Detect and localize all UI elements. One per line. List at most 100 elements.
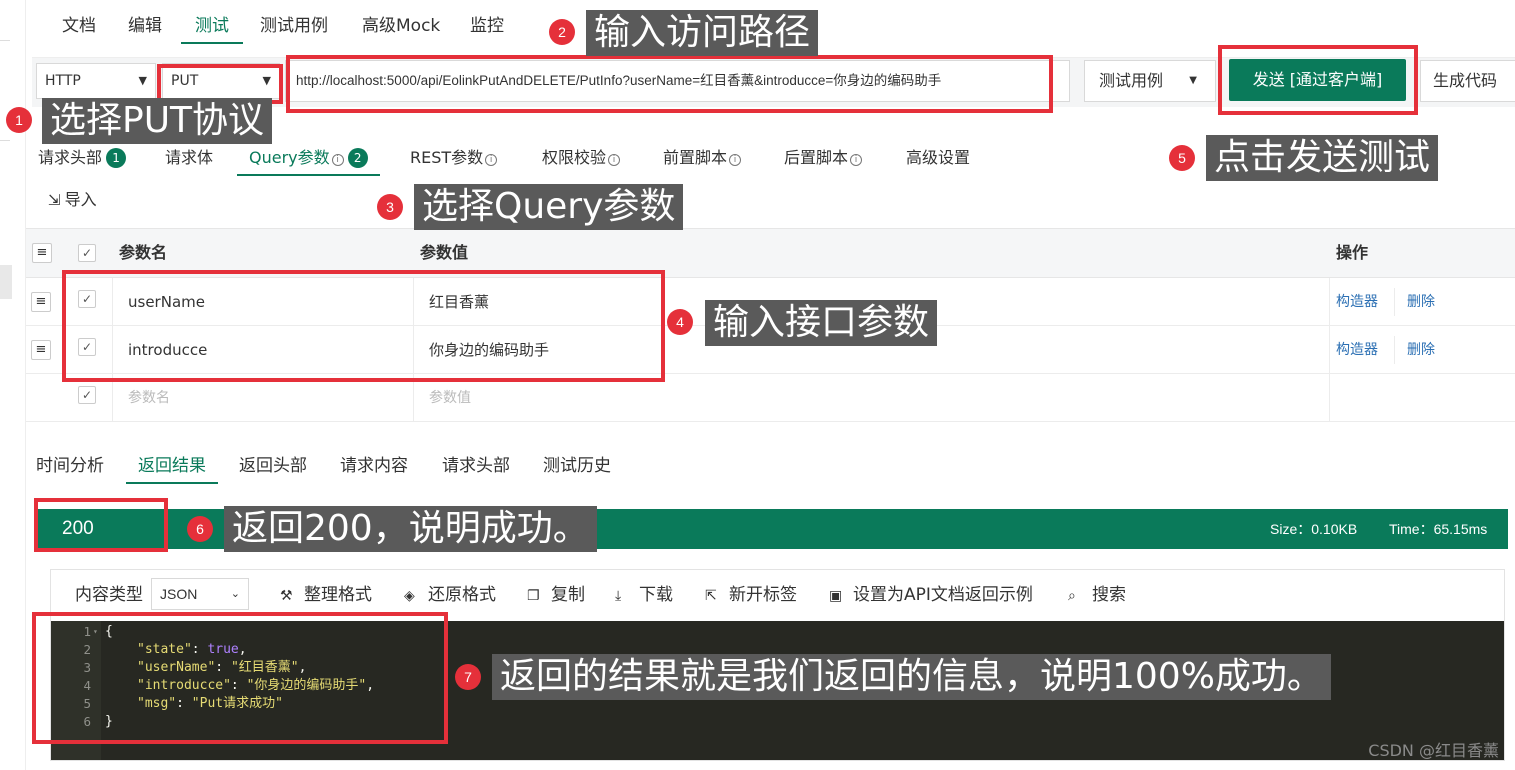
tab-test[interactable]: 测试 [181,8,243,44]
drag-handle-icon[interactable]: ≡ [31,340,51,360]
generate-code-button[interactable]: 生成代码 [1420,60,1515,102]
annotation-box-result [32,612,448,744]
download-icon: ⤓ [615,588,622,604]
watermark: CSDN @红目香薰 [1368,741,1499,760]
drag-handle-icon[interactable]: ≡ [31,292,51,312]
search-icon: ⌕ [1068,588,1076,604]
tab-request-content[interactable]: 请求内容 [328,448,420,484]
info-icon: i [850,154,863,166]
import-icon: ⇲ [48,191,61,209]
tab-docs[interactable]: 文档 [48,8,110,44]
new-tab-button[interactable]: ⇱ 新开标签 [705,582,797,609]
format-label: 整理格式 [304,585,372,605]
tab-label: 请求体 [165,148,214,167]
select-all-checkbox[interactable]: ✓ [78,244,96,262]
annotation-label: 点击发送测试 [1206,135,1439,181]
copy-icon: ❐ [527,588,540,604]
set-example-label: 设置为API文档返回示例 [853,585,1033,605]
menu-icon[interactable]: ≡ [32,243,52,263]
tab-pre-script[interactable]: 前置脚本 i [651,140,753,176]
caret-down-icon: ▼ [1189,75,1197,86]
tab-post-script[interactable]: 后置脚本 i [772,140,874,176]
tab-response-result[interactable]: 返回结果 [126,448,218,484]
tab-query-params[interactable]: Query参数 i 2 [237,140,380,176]
restore-label: 还原格式 [428,585,496,605]
cube-icon: ◈ [404,588,415,604]
annotation-label: 输入访问路径 [586,10,819,56]
sidebar-handle[interactable] [0,265,12,299]
tab-time-analysis[interactable]: 时间分析 [24,448,116,484]
restore-format-button[interactable]: ◈ 还原格式 [404,582,496,609]
set-example-button[interactable]: ▣ 设置为API文档返回示例 [829,582,1033,609]
annotation-box-params [62,270,665,382]
annotation-label: 选择PUT协议 [42,98,273,144]
annotation-number: 4 [667,309,693,335]
protocol-value: HTTP [45,73,81,89]
info-icon: i [729,154,742,166]
count-badge: 1 [106,148,127,168]
divider [0,140,10,141]
divider [0,40,10,41]
search-button[interactable]: ⌕ 搜索 [1068,582,1126,609]
tab-test-cases[interactable]: 测试用例 [246,8,342,44]
protocol-select[interactable]: HTTP ▼ [36,63,156,99]
tab-label: REST参数 [410,148,484,167]
annotation-number: 7 [455,664,481,690]
chevron-down-icon: ▼ [138,74,147,87]
import-button[interactable]: ⇲ 导入 [48,188,97,212]
builder-link[interactable]: 构造器 [1336,278,1378,326]
download-button[interactable]: ⤓ 下载 [615,582,673,609]
tab-request-headers[interactable]: 请求头部 1 [26,140,138,176]
content-type-select[interactable]: JSON ⌄ [151,578,249,610]
tab-advanced-mock[interactable]: 高级Mock [348,8,454,44]
tab-label: 请求头部 [38,148,103,167]
tab-response-headers[interactable]: 返回头部 [227,448,319,484]
annotation-number: 1 [6,107,32,133]
copy-label: 复制 [551,585,585,605]
tab-label: 高级设置 [906,148,971,167]
test-case-label: 测试用例 [1099,71,1164,90]
new-tab-label: 新开标签 [729,585,797,605]
download-label: 下载 [639,585,673,605]
info-icon: i [608,154,621,166]
tab-edit[interactable]: 编辑 [114,8,176,44]
content-type-value: JSON [160,586,198,602]
annotation-number: 2 [549,19,575,45]
count-badge: 2 [347,148,368,168]
tab-monitor[interactable]: 监控 [456,8,518,44]
annotation-number: 5 [1169,145,1195,171]
tab-label: Query参数 [249,148,330,167]
info-icon: i [485,154,498,166]
tab-advanced-settings[interactable]: 高级设置 [894,140,982,176]
response-size: Size：0.10KB [1270,521,1358,537]
test-case-dropdown[interactable]: 测试用例 ▼ [1084,60,1216,102]
hammer-icon: ⚒ [280,588,293,604]
import-label: 导入 [64,190,97,209]
annotation-number: 6 [187,516,213,542]
annotation-number: 3 [377,194,403,220]
chevron-down-icon: ⌄ [230,588,240,600]
content-type-label: 内容类型 [75,585,143,605]
copy-button[interactable]: ❐ 复制 [527,582,585,609]
tab-auth[interactable]: 权限校验 i [530,140,632,176]
annotation-label: 选择Query参数 [414,184,684,230]
search-label: 搜索 [1092,585,1126,605]
annotation-box-url [286,55,1053,113]
tab-request-headers-resp[interactable]: 请求头部 [430,448,522,484]
delete-link[interactable]: 删除 [1407,326,1435,374]
tab-test-history[interactable]: 测试历史 [531,448,623,484]
external-link-icon: ⇱ [705,588,717,604]
tab-label: 前置脚本 [663,148,728,167]
builder-link[interactable]: 构造器 [1336,326,1378,374]
format-button[interactable]: ⚒ 整理格式 [280,582,372,609]
annotation-label: 输入接口参数 [705,300,938,346]
tab-label: 权限校验 [542,148,607,167]
column-header-actions: 操作 [1336,243,1369,262]
response-time: Time：65.15ms [1389,521,1488,537]
row-checkbox[interactable]: ✓ [78,386,96,404]
tab-rest-params[interactable]: REST参数 i [398,140,509,176]
tab-request-body[interactable]: 请求体 [153,140,225,176]
tab-label: 后置脚本 [784,148,849,167]
delete-link[interactable]: 删除 [1407,278,1435,326]
annotation-label: 返回200，说明成功。 [224,506,597,552]
